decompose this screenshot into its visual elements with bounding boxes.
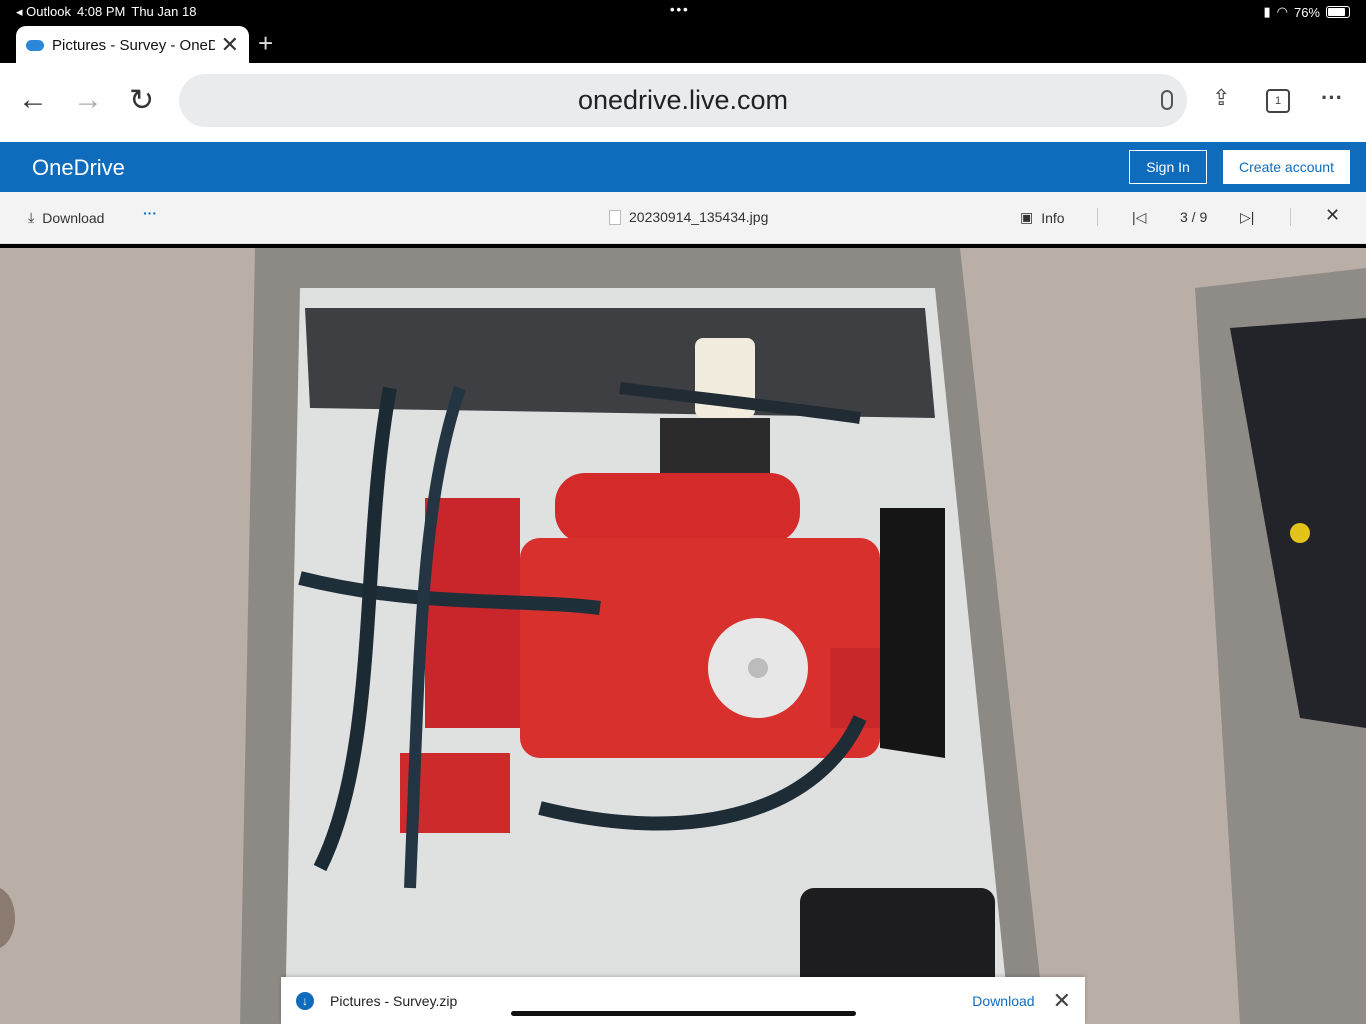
- battery-icon: [1326, 6, 1350, 18]
- forward-arrow-icon[interactable]: →: [73, 83, 103, 117]
- download-button[interactable]: ⤓ Download: [28, 209, 104, 226]
- download-zip-button[interactable]: Download: [972, 993, 1034, 1009]
- photo-viewer-image: [0, 248, 1366, 1024]
- divider: [1290, 208, 1291, 226]
- back-to-app-link[interactable]: ◂ Outlook: [16, 4, 71, 20]
- battery-percent: 76%: [1293, 4, 1320, 20]
- back-arrow-icon[interactable]: ←: [18, 83, 48, 117]
- address-bar[interactable]: onedrive.live.com: [179, 74, 1187, 127]
- last-page-icon[interactable]: ▷|: [1240, 209, 1254, 226]
- url-text: onedrive.live.com: [577, 85, 789, 115]
- divider: [1097, 208, 1098, 226]
- download-label: Download: [42, 209, 105, 226]
- share-icon[interactable]: ⇪: [1212, 85, 1230, 111]
- filename: 20230914_135434.jpg: [629, 209, 769, 225]
- first-page-icon[interactable]: |◁: [1132, 209, 1146, 226]
- download-status-icon: ↓: [296, 991, 314, 1010]
- wifi-icon: ◠: [1276, 4, 1288, 19]
- viewer-command-bar: ⤓ Download ··· 20230914_135434.jpg ▣ Inf…: [0, 192, 1366, 244]
- onedrive-cloud-icon: [26, 39, 44, 51]
- file-title: 20230914_135434.jpg: [609, 209, 768, 225]
- page-position: 3 / 9: [1180, 209, 1208, 225]
- multitask-dots[interactable]: •••: [670, 2, 690, 17]
- download-notification-bar: ↓ Pictures - Survey.zip Download ✕: [281, 977, 1085, 1024]
- image-file-icon: [609, 209, 621, 225]
- browser-toolbar: ← → ↻ onedrive.live.com ⇪ 1 ···: [0, 63, 1366, 142]
- sign-in-button[interactable]: Sign In: [1129, 150, 1207, 184]
- microphone-icon[interactable]: [1161, 90, 1173, 110]
- close-icon[interactable]: ✕: [1053, 988, 1071, 1014]
- ellipsis-icon[interactable]: ···: [1321, 85, 1343, 111]
- browser-tab[interactable]: Pictures - Survey - OneDrive ✕: [16, 26, 249, 64]
- close-icon[interactable]: ✕: [1325, 205, 1340, 226]
- create-account-button[interactable]: Create account: [1223, 150, 1350, 184]
- status-time: 4:08 PM: [76, 4, 126, 19]
- info-label: Info: [1041, 209, 1065, 226]
- info-panel-icon: ▣: [1020, 209, 1034, 225]
- info-button[interactable]: ▣ Info: [1020, 209, 1065, 226]
- engine-compartment-photo: [0, 248, 1366, 1024]
- onedrive-header: OneDrive Sign In Create account: [0, 142, 1366, 192]
- tab-title: Pictures - Survey - OneDrive: [52, 36, 215, 54]
- status-date: Thu Jan 18: [131, 4, 197, 19]
- tabs-icon[interactable]: 1: [1266, 89, 1290, 113]
- reload-icon[interactable]: ↻: [129, 83, 154, 118]
- onedrive-brand[interactable]: OneDrive: [32, 155, 125, 181]
- download-filename: Pictures - Survey.zip: [330, 992, 458, 1009]
- new-tab-icon[interactable]: +: [258, 28, 273, 59]
- tab-strip: Pictures - Survey - OneDrive ✕ +: [0, 24, 1366, 64]
- tab-close-icon[interactable]: ✕: [221, 32, 239, 58]
- download-icon: ⤓: [28, 209, 35, 225]
- more-actions-button[interactable]: ···: [143, 205, 157, 221]
- status-bar: ◂ Outlook 4:08 PM Thu Jan 18 ••• ▮ ◠ 76%: [0, 0, 1366, 24]
- home-indicator[interactable]: [511, 1011, 856, 1016]
- cellular-icon: ▮: [1263, 4, 1271, 19]
